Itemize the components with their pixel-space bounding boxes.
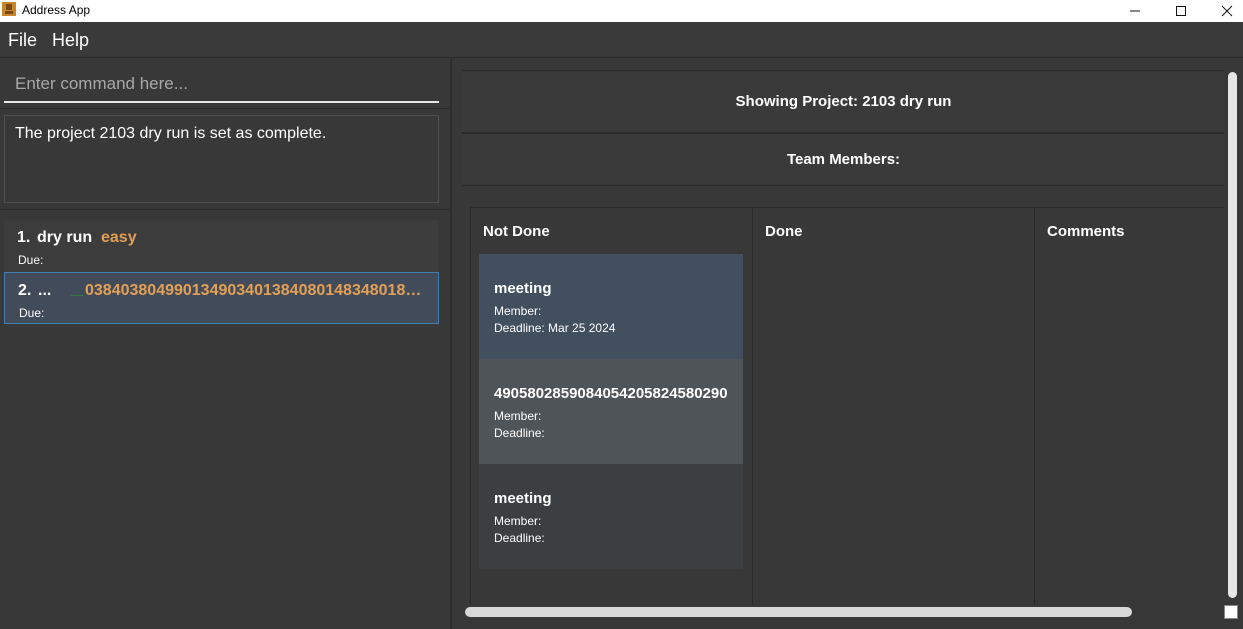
window-title: Address App bbox=[22, 3, 91, 17]
result-display: The project 2103 dry run is set as compl… bbox=[4, 115, 439, 203]
app-icon bbox=[2, 2, 16, 16]
task-card[interactable]: 4905802859084054205824580290 Member: Dea… bbox=[479, 359, 743, 464]
project-tag: easy bbox=[101, 229, 137, 246]
column-title: Not Done bbox=[483, 223, 550, 240]
showing-project-title: Showing Project: 2103 dry run bbox=[735, 93, 952, 110]
project-card-selected[interactable]: 2. ... 038403804990134903401384080148348… bbox=[4, 272, 439, 324]
project-index: 1. bbox=[17, 229, 31, 246]
menu-bar: File Help bbox=[0, 22, 1243, 58]
result-message: The project 2103 dry run is set as compl… bbox=[15, 125, 327, 142]
project-due: Due: bbox=[19, 306, 45, 320]
close-icon bbox=[1221, 5, 1233, 17]
column-title: Comments bbox=[1047, 223, 1125, 240]
divider bbox=[0, 209, 450, 210]
command-box bbox=[0, 58, 450, 109]
command-input[interactable] bbox=[4, 66, 439, 103]
project-due: Due: bbox=[18, 253, 44, 267]
task-member: Member: bbox=[494, 514, 542, 528]
vertical-scroll-thumb[interactable] bbox=[1228, 72, 1237, 598]
team-members-label: Team Members: bbox=[786, 151, 901, 168]
task-card[interactable]: meeting Member: Deadline: bbox=[479, 464, 743, 569]
title-bar: Address App bbox=[0, 0, 1243, 22]
column-not-done: Not Done meeting Member: Deadline: Mar 2… bbox=[471, 208, 753, 605]
close-button[interactable] bbox=[1204, 0, 1243, 22]
task-deadline: Deadline: Mar 25 2024 bbox=[494, 321, 616, 335]
task-title: meeting bbox=[494, 280, 552, 297]
minimize-button[interactable] bbox=[1112, 0, 1158, 22]
maximize-icon bbox=[1176, 6, 1186, 16]
column-done: Done bbox=[753, 208, 1035, 605]
tag-marker bbox=[71, 295, 83, 296]
kanban-board: Not Done meeting Member: Deadline: Mar 2… bbox=[470, 207, 1226, 605]
task-card-selected[interactable]: meeting Member: Deadline: Mar 25 2024 bbox=[479, 254, 743, 359]
project-detail-pane: Showing Project: 2103 dry run Team Membe… bbox=[452, 58, 1243, 629]
project-header: Showing Project: 2103 dry run bbox=[462, 70, 1225, 133]
minimize-icon bbox=[1130, 10, 1140, 12]
scroll-corner bbox=[1224, 605, 1238, 619]
menu-help[interactable]: Help bbox=[52, 30, 89, 51]
task-member: Member: bbox=[494, 409, 542, 423]
task-title: meeting bbox=[494, 490, 552, 507]
task-member: Member: bbox=[494, 304, 542, 318]
task-deadline: Deadline: bbox=[494, 426, 545, 440]
project-name: dry run bbox=[37, 229, 93, 246]
project-index: 2. bbox=[18, 282, 32, 299]
column-comments: Comments bbox=[1035, 208, 1226, 605]
project-name: ... bbox=[38, 282, 52, 299]
menu-file[interactable]: File bbox=[8, 30, 37, 51]
task-title: 4905802859084054205824580290 bbox=[494, 385, 728, 402]
maximize-button[interactable] bbox=[1158, 0, 1204, 22]
team-members-header: Team Members: bbox=[462, 133, 1225, 186]
project-tag: 0384038049901349034013840801483480184034 bbox=[85, 282, 430, 299]
horizontal-scroll-thumb[interactable] bbox=[465, 607, 1132, 617]
task-deadline: Deadline: bbox=[494, 531, 545, 545]
project-card[interactable]: 1. dry run easy Due: bbox=[4, 220, 439, 272]
column-title: Done bbox=[765, 223, 803, 240]
left-pane: The project 2103 dry run is set as compl… bbox=[0, 58, 450, 629]
